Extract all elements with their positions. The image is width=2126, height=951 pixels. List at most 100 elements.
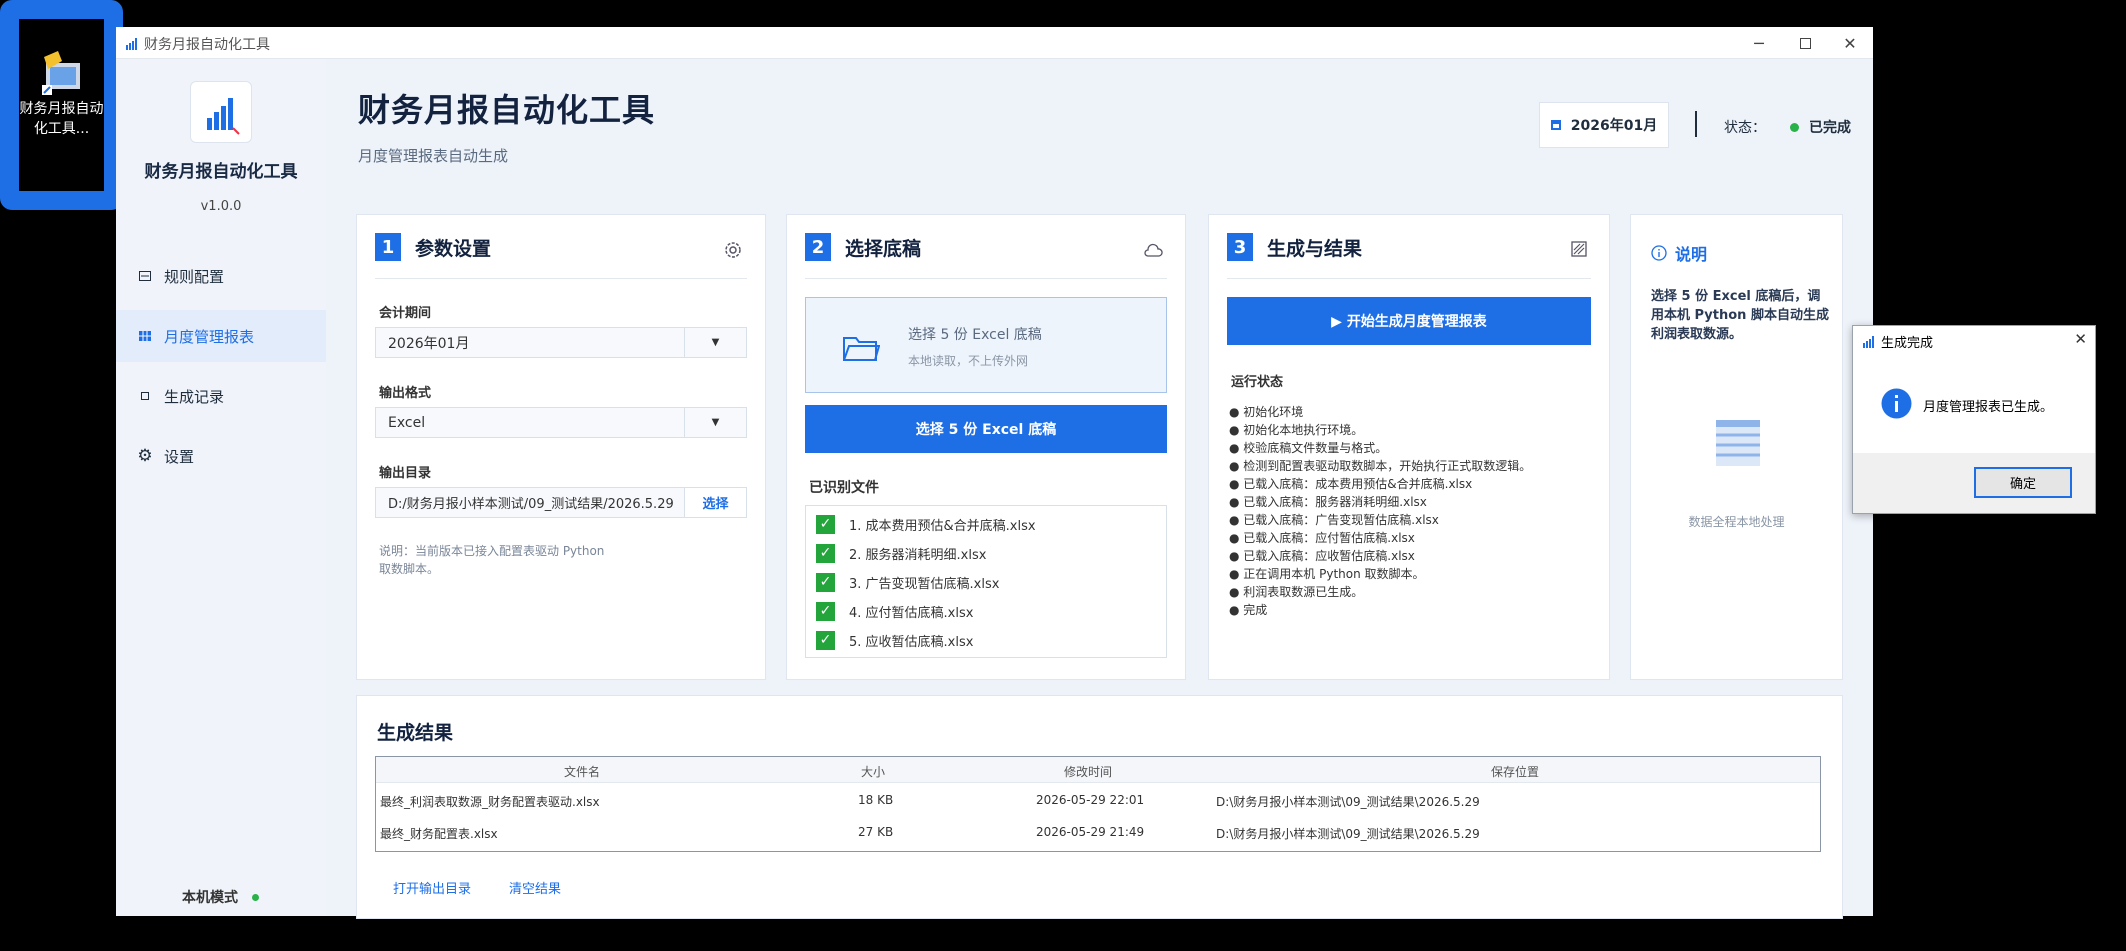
log-line: ● 正在调用本机 Python 取数脚本。 [1229,567,1425,581]
chevron-down-icon[interactable]: ▼ [684,408,746,437]
sidebar-item-settings[interactable]: ⚙ 设置 [116,430,326,482]
desktop-shortcut[interactable]: 财务月报自动化工具... [0,0,123,210]
bar-chart-logo-icon [207,98,240,135]
chevron-down-icon[interactable]: ▼ [684,328,746,357]
log-line: ● 初始化本地执行环境。 [1229,423,1364,437]
cell-size: 18 KB [858,793,894,807]
card-divider [805,278,1167,279]
results-card: 生成结果 文件名 大小 修改时间 保存位置 最终_利润表取数源_财务配置表驱动.… [356,695,1843,919]
files-label: 已识别文件 [809,480,879,496]
minimize-button[interactable]: ─ [1736,27,1782,59]
checkmark-icon: ✓ [816,601,835,621]
status-label: 状态： [1724,120,1766,136]
format-select-value: Excel [388,414,426,431]
log-line: ● 已载入底稿：服务器消耗明细.xlsx [1229,495,1427,509]
app-shortcut-icon [42,51,80,95]
desktop-icon-label: 财务月报自动化工具... [19,101,104,137]
period-text: 2026年01月 [1570,118,1658,134]
run-log: ● 初始化环境 ● 初始化本地执行环境。 ● 校验底稿文件数量与格式。 ● 检测… [1229,403,1531,619]
app-version: v1.0.0 [200,199,242,214]
log-line: ● 校验底稿文件数量与格式。 [1229,441,1388,455]
column-header: 修改时间 [1064,765,1113,779]
open-output-dir-link[interactable]: 打开输出目录 [393,878,471,897]
log-line: ● 已载入底稿：广告变现暂估底稿.xlsx [1229,513,1439,527]
sidebar-item-monthly-report[interactable]: 月度管理报表 [116,310,326,362]
choose-dir-button[interactable]: 选择 [684,488,746,517]
column-header: 文件名 [564,765,601,779]
checkmark-icon: ✓ [816,630,835,650]
calendar-icon [1550,120,1561,130]
checkmark-icon: ✓ [816,543,835,563]
period-select-value: 2026年01月 [388,335,470,352]
sidebar-item-rules[interactable]: 规则配置 [116,250,326,302]
table-row[interactable]: 最终_利润表取数源_财务配置表驱动.xlsx 18 KB 2026-05-29 … [376,785,1820,815]
file-name: 4. 应付暂估底稿.xlsx [849,605,974,621]
table-row[interactable]: 最终_财务配置表.xlsx 27 KB 2026-05-29 21:49 D:\… [376,817,1820,847]
status-value: 已完成 [1809,120,1851,136]
select-card: 2 选择底稿 选择 5 份 Excel 底稿 本地读取，不上传外网 选择 5 份… [786,214,1186,680]
period-badge: 2026年01月 [1539,102,1669,148]
title-bar: 财务月报自动化工具 ─ ✕ [116,27,1873,59]
gear-icon: ⚙ [137,446,153,466]
local-mode-indicator: 本机模式 [182,887,259,907]
completion-dialog: 生成完成 ✕ 月度管理报表已生成。 确定 [1852,325,2096,514]
file-name: 3. 广告变现暂估底稿.xlsx [849,576,1000,592]
log-line: ● 初始化环境 [1229,405,1304,419]
column-header: 大小 [861,765,886,779]
file-drop-zone[interactable]: 选择 5 份 Excel 底稿 本地读取，不上传外网 [805,297,1167,393]
log-line: ● 已载入底稿：应收暂估底稿.xlsx [1229,549,1415,563]
log-line: ● 已载入底稿：应付暂估底稿.xlsx [1229,531,1415,545]
dialog-title: 生成完成 [1881,336,1934,351]
generate-card: 3 生成与结果 ▶ 开始生成月度管理报表 运行状态 ● 初始化环境 ● 初始化本… [1208,214,1610,680]
output-dir-field[interactable]: D:/财务月报小样本测试/09_测试结果/2026.5.29 选择 [375,487,747,518]
cell-modified: 2026-05-29 21:49 [1036,825,1145,839]
card-divider [375,278,747,279]
select-title: 选择底稿 [845,237,922,260]
status-indicator: 状态： 已完成 [1724,117,1851,137]
info-title: 说明 [1675,245,1708,264]
sidebar-item-label: 生成记录 [164,387,225,406]
sidebar-item-label: 设置 [164,447,195,466]
dialog-close-button[interactable]: ✕ [2074,330,2087,348]
close-button[interactable]: ✕ [1827,27,1873,59]
sidebar-item-records[interactable]: 生成记录 [116,370,326,422]
log-line: ● 完成 [1229,603,1268,617]
cell-filename: 最终_利润表取数源_财务配置表驱动.xlsx [380,795,600,809]
select-files-button[interactable]: 选择 5 份 Excel 底稿 [805,405,1167,453]
table-header: 文件名 大小 修改时间 保存位置 [376,757,1820,783]
checkmark-icon: ✓ [816,514,835,534]
dialog-message: 月度管理报表已生成。 [1923,400,2054,415]
dir-label: 输出目录 [379,466,432,481]
ok-button[interactable]: 确定 [1974,467,2072,498]
params-card: 1 参数设置 会计期间 2026年01月 ▼ 输出格式 Excel ▼ 输出目录… [356,214,766,680]
app-chart-icon [126,38,137,50]
format-label: 输出格式 [379,386,432,401]
clear-results-link[interactable]: 清空结果 [509,878,561,897]
settings-gear-icon[interactable] [723,240,743,260]
sidebar-item-label: 规则配置 [164,267,225,286]
file-name: 1. 成本费用预估&合并底稿.xlsx [849,518,1036,534]
mode-status-dot [252,893,259,901]
cell-size: 27 KB [858,825,894,839]
app-chart-icon [1863,335,1874,348]
card-divider [1227,278,1591,279]
cell-modified: 2026-05-29 22:01 [1036,793,1145,807]
generate-title: 生成与结果 [1267,237,1363,260]
results-title: 生成结果 [377,722,454,744]
list-item: ✓ 1. 成本费用预估&合并底稿.xlsx [816,512,1036,536]
status-dot [1790,122,1799,132]
output-dir-value: D:/财务月报小样本测试/09_测试结果/2026.5.29 [388,497,674,512]
period-select[interactable]: 2026年01月 ▼ [375,327,747,358]
main-window: 财务月报自动化工具 ─ ✕ 财务月报自动化工具 v1.0.0 规则配置 月度管理… [116,27,1873,919]
file-list: ✓ 1. 成本费用预估&合并底稿.xlsx ✓ 2. 服务器消耗明细.xlsx ✓ 3… [805,505,1167,658]
period-label: 会计期间 [379,306,432,321]
params-note: 说明：当前版本已接入配置表驱动 Python 取数脚本。 [379,544,605,576]
maximize-button[interactable] [1782,27,1828,59]
list-item: ✓ 5. 应收暂估底稿.xlsx [816,628,973,652]
sidebar-item-label: 月度管理报表 [164,327,255,346]
format-select[interactable]: Excel ▼ [375,407,747,438]
list-item: ✓ 3. 广告变现暂估底稿.xlsx [816,570,999,594]
info-text: 选择 5 份 Excel 底稿后，调用本机 Python 脚本自动生成利润表取数… [1651,289,1829,342]
step-number: 1 [375,233,401,261]
start-generate-button[interactable]: ▶ 开始生成月度管理报表 [1227,297,1591,345]
